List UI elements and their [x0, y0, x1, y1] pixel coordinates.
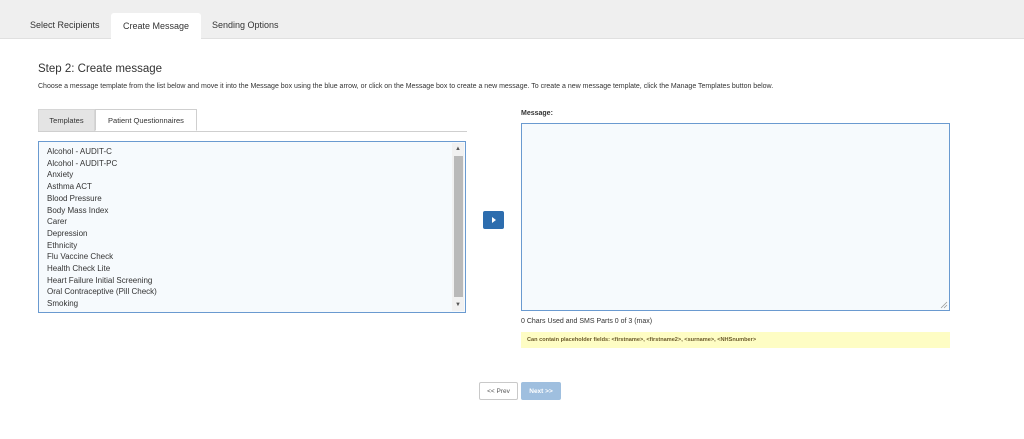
instructions-text: Choose a message template from the list … [38, 83, 774, 90]
message-label: Message: [521, 110, 553, 117]
list-item[interactable]: Alcohol - AUDIT-PC [47, 158, 157, 170]
page-title: Step 2: Create message [38, 63, 163, 75]
scroll-down-arrow-icon[interactable]: ▼ [452, 300, 464, 310]
message-textarea[interactable] [521, 123, 950, 311]
placeholder-fields-note: Can contain placeholder fields: <firstna… [521, 332, 950, 348]
listbox-scrollbar[interactable]: ▲ ▼ [452, 143, 464, 311]
tab-templates[interactable]: Templates [38, 109, 95, 131]
prev-button[interactable]: << Prev [479, 382, 518, 400]
list-item[interactable]: Carer [47, 216, 157, 228]
resize-grip-icon[interactable] [940, 301, 948, 309]
questionnaire-listbox[interactable]: Alcohol - AUDIT-C Alcohol - AUDIT-PC Anx… [38, 141, 466, 313]
list-item[interactable]: Depression [47, 228, 157, 240]
tab-patient-questionnaires[interactable]: Patient Questionnaires [95, 109, 197, 131]
scroll-thumb[interactable] [454, 156, 463, 297]
tab-divider [38, 131, 467, 132]
list-item[interactable]: Flu Vaccine Check [47, 251, 157, 263]
list-item[interactable]: Heart Failure Initial Screening [47, 275, 157, 287]
move-to-message-button[interactable] [483, 211, 504, 229]
scroll-up-arrow-icon[interactable]: ▲ [452, 144, 464, 154]
list-item[interactable]: Body Mass Index [47, 205, 157, 217]
char-count-info: 0 Chars Used and SMS Parts 0 of 3 (max) [521, 318, 653, 325]
questionnaire-list: Alcohol - AUDIT-C Alcohol - AUDIT-PC Anx… [47, 146, 157, 310]
tab-select-recipients[interactable]: Select Recipients [18, 12, 112, 38]
list-item[interactable]: Ethnicity [47, 240, 157, 252]
list-item[interactable]: Health Check Lite [47, 263, 157, 275]
list-item[interactable]: Smoking [47, 298, 157, 310]
tab-create-message[interactable]: Create Message [111, 13, 202, 39]
wizard-tab-bar: Select Recipients Create Message Sending… [0, 0, 1024, 39]
tab-sending-options[interactable]: Sending Options [200, 12, 291, 38]
right-arrow-icon [492, 217, 496, 223]
list-item[interactable]: Alcohol - AUDIT-C [47, 146, 157, 158]
list-item[interactable]: Anxiety [47, 169, 157, 181]
next-button[interactable]: Next >> [521, 382, 561, 400]
list-item[interactable]: Asthma ACT [47, 181, 157, 193]
list-item[interactable]: Blood Pressure [47, 193, 157, 205]
list-item[interactable]: Oral Contraceptive (Pill Check) [47, 286, 157, 298]
